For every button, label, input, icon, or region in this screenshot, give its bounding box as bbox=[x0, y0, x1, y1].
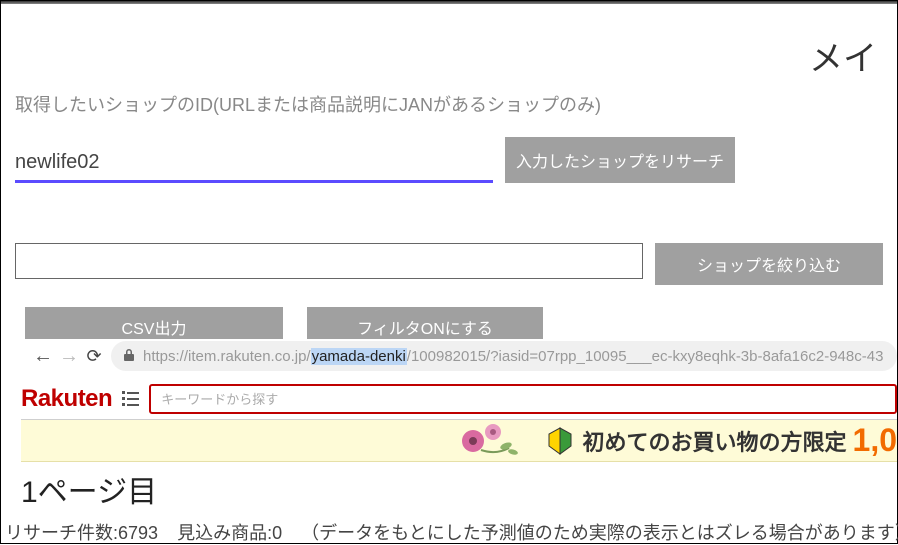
main-form: 取得したいショップのID(URLまたは商品説明にJANがあるショップのみ) 入力… bbox=[15, 91, 897, 347]
category-menu-icon[interactable] bbox=[122, 391, 139, 406]
rakuten-search-placeholder: キーワードから探す bbox=[161, 389, 278, 408]
mikomi-count: 見込み商品:0 bbox=[177, 523, 287, 543]
flower-decoration-icon bbox=[451, 420, 551, 462]
research-count-label: リサーチ件数: bbox=[5, 523, 118, 543]
promo-text: 初めてのお買い物の方限定 bbox=[583, 425, 847, 457]
research-button[interactable]: 入力したショップをリサーチ bbox=[505, 137, 735, 183]
rakuten-header: Rakuten キーワードから探す bbox=[21, 380, 897, 420]
rakuten-search-input[interactable]: キーワードから探す bbox=[149, 384, 897, 414]
url-suffix: /100982015/?iasid=07rpp_10095___ec-kxy8e… bbox=[407, 348, 884, 365]
url-highlighted-segment: yamada-denki bbox=[311, 348, 407, 365]
lock-icon bbox=[123, 348, 135, 365]
stats-row: リサーチ件数:6793 見込み商品:0 （データをもとにした予測値のため実際の表… bbox=[5, 519, 897, 545]
promo-banner[interactable]: 初めてのお買い物の方限定 1,0 bbox=[21, 420, 897, 462]
window-top-edge bbox=[1, 1, 897, 4]
page-heading: 1ページ目 bbox=[21, 467, 157, 511]
promo-price-partial: 1,0 bbox=[853, 422, 897, 459]
url-prefix: https://item.rakuten.co.jp/ bbox=[143, 348, 311, 365]
nav-back-icon[interactable]: ← bbox=[33, 345, 51, 368]
filter-row: ショップを絞り込む bbox=[15, 243, 897, 285]
nav-reload-icon[interactable]: ⟳ bbox=[85, 346, 103, 367]
shop-id-label: 取得したいショップのID(URLまたは商品説明にJANがあるショップのみ) bbox=[15, 91, 897, 117]
shop-id-row: 入力したショップをリサーチ bbox=[15, 137, 897, 183]
filter-input[interactable] bbox=[15, 243, 643, 279]
shop-id-input[interactable] bbox=[15, 147, 493, 183]
page-title-partial: メイ bbox=[809, 31, 877, 80]
nav-forward-icon[interactable]: → bbox=[59, 345, 77, 368]
research-count-value: 6793 bbox=[118, 523, 158, 543]
mikomi-label: 見込み商品: bbox=[177, 523, 272, 543]
research-count: リサーチ件数:6793 bbox=[5, 523, 163, 543]
filter-button[interactable]: ショップを絞り込む bbox=[655, 243, 883, 285]
address-bar[interactable]: https://item.rakuten.co.jp/yamada-denki/… bbox=[111, 341, 897, 371]
rakuten-logo[interactable]: Rakuten bbox=[21, 385, 112, 413]
browser-bar: ← → ⟳ https://item.rakuten.co.jp/yamada-… bbox=[25, 339, 897, 373]
mikomi-value: 0 bbox=[272, 523, 282, 543]
stats-note: （データをもとにした予測値のため実際の表示とはズレる場合があります） bbox=[301, 523, 898, 543]
